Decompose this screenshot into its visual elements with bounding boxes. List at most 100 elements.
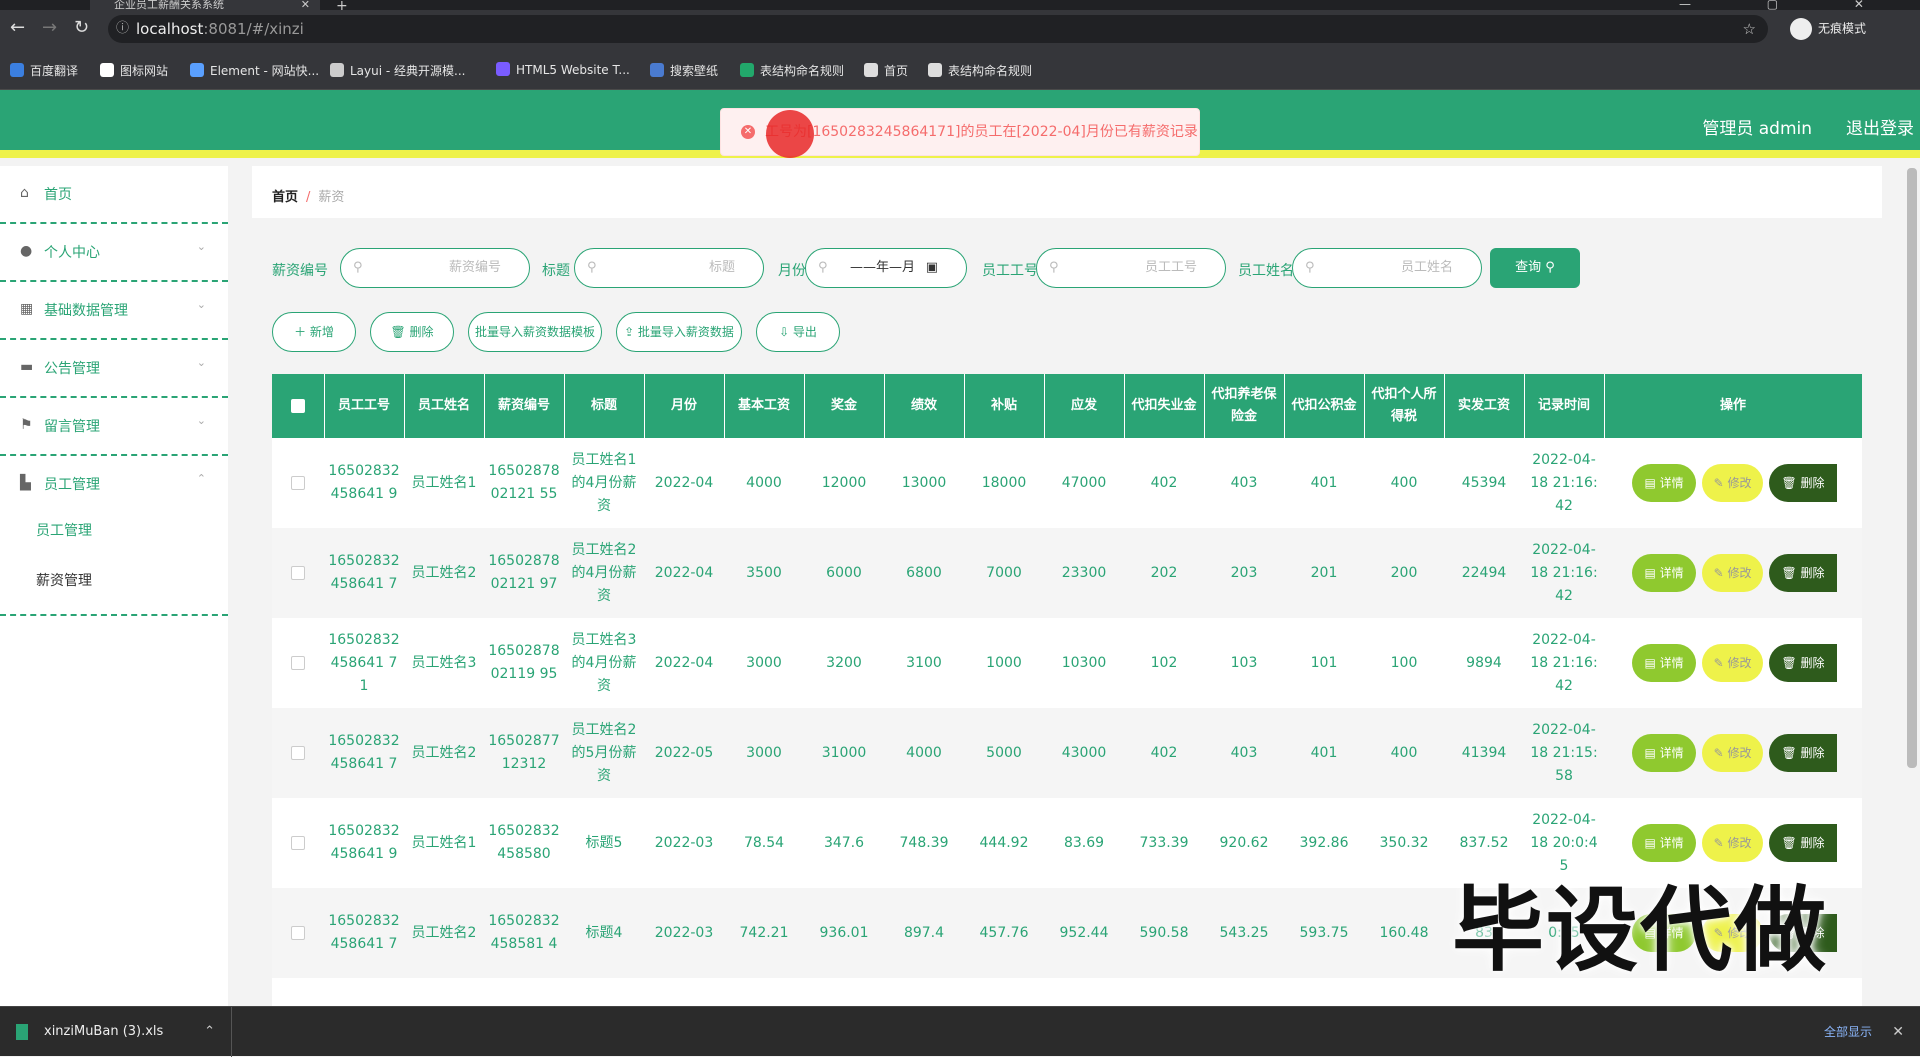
employee-name-input[interactable]: ⚲ 员工姓名 [1292,248,1482,288]
search-form: 薪资编号 ⚲ 薪资编号 标题 ⚲ 标题 月份 ⚲ ——年—月 ▣ 员工工号 ⚲ 员工工号 … [272,248,1872,288]
table-cell: 31000 [804,708,884,798]
column-header: 代扣个人所得税 [1364,374,1445,438]
chevron-up-icon[interactable]: ⌃ [204,1007,215,1057]
bookmark-item[interactable]: 表结构命名规则 [740,62,844,79]
sidebar-item-3[interactable]: ▬ 公告管理 ⌄ [0,340,228,398]
table-cell: 4000 [746,474,782,491]
column-header: 操作 [1604,374,1862,438]
query-button[interactable]: 查询 ⚲ [1490,248,1580,288]
browser-tab[interactable]: 企业员工薪酬关系系统 ✕ [90,0,320,10]
table-row: 16502832458641 71 员工姓名3 1650287802119 95 员工… [272,618,1862,708]
sidebar-item-5[interactable]: ▙ 员工管理 ⌃ [0,456,228,616]
sidebar-item-1[interactable]: ● 个人中心 ⌄ [0,224,228,282]
row-delete-button[interactable]: 🗑 删除 [1769,734,1837,772]
bookmark-label: 表结构命名规则 [948,64,1033,78]
table-cell: 23300 [1044,528,1124,618]
table-cell: 400 [1390,474,1418,491]
edit-button[interactable]: ✎ 修改 [1701,464,1764,502]
table-cell: 897.4 [884,888,964,978]
sidebar-subitem-1[interactable]: 薪资管理 [36,570,92,590]
incognito-indicator[interactable]: 无痕模式 [1790,18,1866,40]
table-cell: 13000 [901,474,947,491]
bookmark-item[interactable]: HTML5 Website T... [496,62,630,77]
download-item[interactable]: xinziMuBan (3).xls ⌃ [0,1007,232,1057]
forward-icon[interactable]: → [42,19,57,37]
add-button[interactable]: ＋ 新增 [272,312,356,352]
row-delete-button[interactable]: 🗑 删除 [1769,644,1837,682]
table-cell [1284,978,1364,1006]
row-checkbox[interactable] [291,655,305,670]
table-cell: 1000 [986,654,1022,671]
table-cell: 733.39 [1139,834,1189,851]
breadcrumb-separator: / [306,190,311,205]
delete-button[interactable]: 🗑 删除 [370,312,454,352]
column-header: 员工工号 [324,374,405,438]
table-cell: 401 [1284,708,1364,798]
row-checkbox[interactable] [291,565,305,580]
select-all-checkbox[interactable] [290,398,305,413]
sidebar-item-4[interactable]: ⚑ 留言管理 ⌄ [0,398,228,456]
close-download-bar-icon[interactable]: ✕ [1892,1007,1904,1057]
page-scrollbar[interactable] [1907,168,1917,768]
table-cell: 400 [1364,708,1444,798]
tab-close-icon[interactable]: ✕ [301,0,310,10]
table-cell: 3000 [746,654,782,671]
table-cell: 202 [1124,528,1204,618]
detail-button[interactable]: ▤ 详情 [1632,464,1696,502]
breadcrumb-home[interactable]: 首页 [272,190,298,205]
row-checkbox[interactable] [291,925,305,940]
site-info-icon[interactable]: ⓘ [116,15,129,43]
table-cell: 83.69 [1063,834,1105,851]
url-input[interactable]: ⓘ localhost:8081/#/xinzi ☆ [108,15,1768,43]
table-cell: 403 [1230,474,1258,491]
table-cell: 12000 [821,474,867,491]
row-checkbox[interactable] [291,475,305,490]
sidebar-subitem-0[interactable]: 员工管理 [36,520,92,540]
table-cell: 员工姓名2 [404,528,484,618]
bookmark-star-icon[interactable]: ☆ [1743,15,1756,43]
bookmark-item[interactable]: 首页 [864,62,908,79]
bookmark-item[interactable]: Layui - 经典开源模... [330,62,465,79]
row-checkbox[interactable] [291,835,305,850]
row-checkbox[interactable] [291,745,305,760]
sidebar-item-0[interactable]: ⌂ 首页 [0,166,228,224]
operation-cell: ▤ 详情 ✎ 修改 🗑 删除 [1604,618,1862,708]
reload-icon[interactable]: ↻ [74,19,89,37]
row-delete-button[interactable]: 🗑 删除 [1769,554,1837,592]
browser-tab-strip: 企业员工薪酬关系系统 ✕ + — ▢ ✕ [0,0,1920,14]
edit-button[interactable]: ✎ 修改 [1701,644,1764,682]
detail-button[interactable]: ▤ 详情 [1632,734,1696,772]
employee-name-label: 员工姓名 [1238,263,1294,279]
table-cell: 员工姓名1 [411,474,477,491]
bookmark-item[interactable]: Element - 网站快... [190,62,319,79]
calendar-icon[interactable]: ▣ [926,249,938,287]
admin-user-label: 管理员 admin [1702,119,1812,139]
detail-button[interactable]: ▤ 详情 [1632,554,1696,592]
bookmark-item[interactable]: 表结构命名规则 [928,62,1032,79]
edit-button[interactable]: ✎ 修改 [1701,554,1764,592]
table-cell: 6000 [804,528,884,618]
table-cell: 47000 [1061,474,1107,491]
column-header: 员工姓名 [404,374,485,438]
row-delete-button[interactable]: 🗑 删除 [1769,464,1837,502]
month-picker[interactable]: ⚲ ——年—月 ▣ [805,248,967,288]
bookmark-item[interactable]: 百度翻译 [10,62,78,79]
title-input[interactable]: ⚲ 标题 [574,248,764,288]
download-template-button[interactable]: 批量导入薪资数据模板 [468,312,602,352]
employee-no-input[interactable]: ⚲ 员工工号 [1036,248,1226,288]
table-cell: 43000 [1044,708,1124,798]
batch-import-button[interactable]: ⇪ 批量导入薪资数据 [616,312,742,352]
table-cell: 员工姓名2 [404,888,484,978]
detail-button[interactable]: ▤ 详情 [1632,644,1696,682]
salary-no-input[interactable]: ⚲ 薪资编号 [340,248,530,288]
table-row: 16502832458641 9 员工姓名1 1650287802121 55 员工姓… [272,438,1862,528]
logout-link[interactable]: 退出登录 [1846,114,1914,139]
sidebar-item-2[interactable]: ▦ 基础数据管理 ⌄ [0,282,228,340]
show-all-downloads-link[interactable]: 全部显示 [1824,1007,1872,1057]
table-cell: 员工姓名3 [411,654,477,671]
bookmark-item[interactable]: 图标网站 [100,62,168,79]
back-icon[interactable]: ← [10,19,25,37]
bookmark-item[interactable]: 搜索壁纸 [650,62,718,79]
edit-button[interactable]: ✎ 修改 [1701,734,1764,772]
export-button[interactable]: ⇩ 导出 [756,312,840,352]
